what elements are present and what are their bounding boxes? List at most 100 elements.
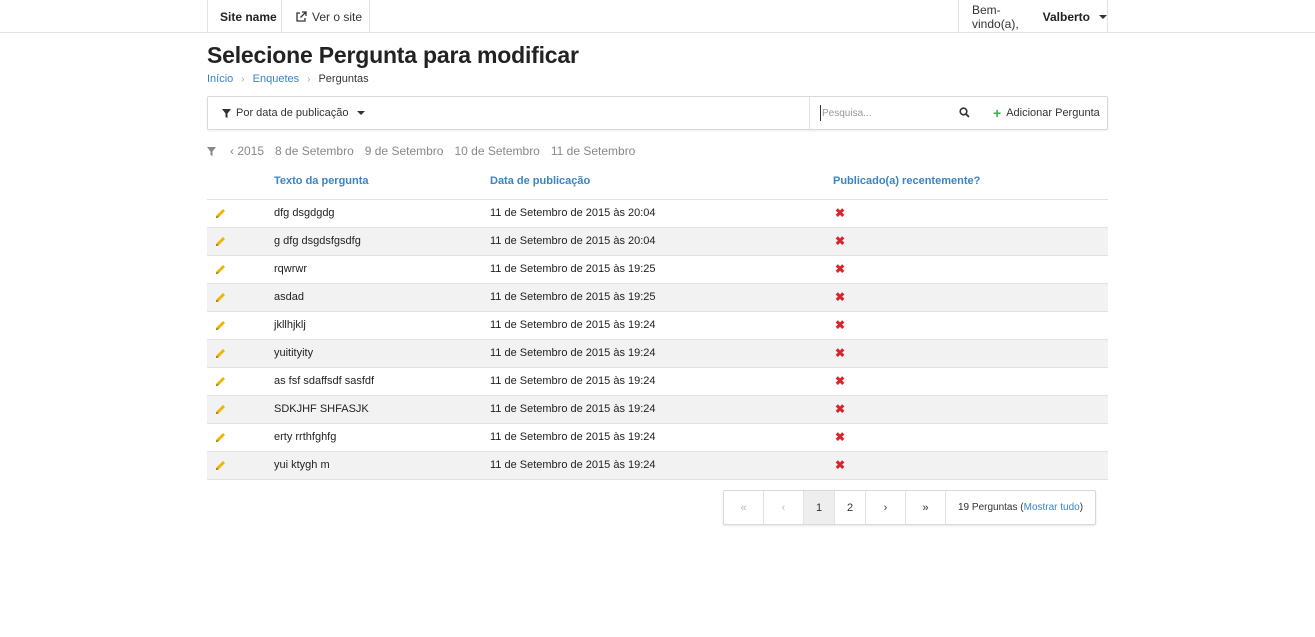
table-row: dfg dsgdgdg 11 de Setembro de 2015 às 20:…	[207, 200, 1108, 228]
table-row: rqwrwr 11 de Setembro de 2015 às 19:25 ✖	[207, 256, 1108, 284]
date-hierarchy-back-link[interactable]: ‹ 2015	[230, 144, 264, 158]
red-x-icon: ✖	[835, 346, 846, 360]
table-row: g dfg dsgdsfgsdfg 11 de Setembro de 2015 …	[207, 228, 1108, 256]
result-count-text: 19 Perguntas (	[958, 502, 1024, 513]
table-row: yui ktygh m 11 de Setembro de 2015 às 19:…	[207, 452, 1108, 480]
first-page-button[interactable]: «	[724, 491, 764, 524]
question-text-link[interactable]: as fsf sdaffsdf sasfdf	[274, 375, 374, 387]
caret-down-icon	[356, 111, 365, 115]
username: Valberto	[1042, 9, 1090, 24]
date-hierarchy-item[interactable]: 10 de Setembro	[454, 144, 539, 158]
question-text-link[interactable]: yuitityity	[274, 347, 313, 359]
date-hierarchy-item[interactable]: 11 de Setembro	[551, 144, 636, 158]
red-x-icon: ✖	[835, 374, 846, 388]
red-x-icon: ✖	[835, 262, 846, 276]
pub-date-cell: 11 de Setembro de 2015 às 19:24	[490, 347, 656, 359]
question-text-link[interactable]: dfg dsgdgdg	[274, 207, 335, 219]
table-header: Texto da pergunta Data de publicação Pub…	[207, 167, 1108, 200]
view-site-label: Ver o site	[312, 9, 363, 24]
question-text-link[interactable]: jkllhjklj	[274, 319, 306, 331]
page-2-button[interactable]: 2	[835, 491, 866, 524]
table-row: as fsf sdaffsdf sasfdf 11 de Setembro de …	[207, 368, 1108, 396]
plus-icon: +	[993, 105, 1002, 121]
pencil-icon[interactable]	[215, 348, 226, 359]
pencil-icon[interactable]	[215, 292, 226, 303]
pub-date-cell: 11 de Setembro de 2015 às 19:24	[490, 319, 656, 331]
external-link-icon	[296, 10, 307, 22]
red-x-icon: ✖	[835, 430, 846, 444]
date-filter-label: Por data de publicação	[236, 107, 349, 119]
breadcrumb: Início › Enquetes › Perguntas	[207, 73, 369, 85]
table-row: jkllhjklj 11 de Setembro de 2015 às 19:24…	[207, 312, 1108, 340]
red-x-icon: ✖	[835, 234, 846, 248]
filter-icon	[222, 108, 231, 118]
result-count-close: )	[1079, 502, 1084, 513]
results-table: Texto da pergunta Data de publicação Pub…	[207, 167, 1108, 480]
filter-icon	[207, 146, 216, 156]
search-input[interactable]	[820, 105, 950, 121]
welcome-text: Bem-vindo(a),	[972, 2, 1019, 31]
table-row: yuitityity 11 de Setembro de 2015 às 19:2…	[207, 340, 1108, 368]
breadcrumb-enquetes-link[interactable]: Enquetes	[253, 73, 299, 85]
show-all-link[interactable]: Mostrar tudo	[1024, 502, 1080, 513]
pub-date-cell: 11 de Setembro de 2015 às 19:24	[490, 403, 656, 415]
pub-date-cell: 11 de Setembro de 2015 às 19:25	[490, 263, 656, 275]
caret-down-icon	[1099, 14, 1107, 19]
table-row: asdad 11 de Setembro de 2015 às 19:25 ✖	[207, 284, 1108, 312]
pencil-icon[interactable]	[215, 404, 226, 415]
pencil-icon[interactable]	[215, 432, 226, 443]
next-page-button[interactable]: ›	[866, 491, 906, 524]
question-text-link[interactable]: g dfg dsgdsfgsdfg	[274, 235, 361, 247]
question-text-link[interactable]: yui ktygh m	[274, 459, 330, 471]
table-row: erty rrthfghfg 11 de Setembro de 2015 às …	[207, 424, 1108, 452]
pub-date-cell: 11 de Setembro de 2015 às 20:04	[490, 235, 656, 247]
red-x-icon: ✖	[835, 458, 846, 472]
prev-page-button[interactable]: ‹	[764, 491, 804, 524]
breadcrumb-home-link[interactable]: Início	[207, 73, 233, 85]
breadcrumb-separator-icon: ›	[307, 73, 311, 85]
column-header-text[interactable]: Texto da pergunta	[274, 175, 369, 187]
pencil-icon[interactable]	[215, 264, 226, 275]
red-x-icon: ✖	[835, 290, 846, 304]
page-1-button[interactable]: 1	[804, 491, 835, 524]
breadcrumb-separator-icon: ›	[241, 73, 245, 85]
question-text-link[interactable]: erty rrthfghfg	[274, 431, 336, 443]
pencil-icon[interactable]	[215, 236, 226, 247]
pub-date-cell: 11 de Setembro de 2015 às 19:24	[490, 375, 656, 387]
user-menu-dropdown[interactable]: Bem-vindo(a), Valberto	[958, 0, 1108, 33]
site-name-label: Site name	[220, 9, 277, 24]
changelist-toolbar: Por data de publicação + Adicionar Pergu…	[207, 96, 1108, 130]
result-count: 19 Perguntas (Mostrar tudo)	[946, 491, 1095, 524]
question-text-link[interactable]: asdad	[274, 291, 304, 303]
view-site-link[interactable]: Ver o site	[281, 0, 370, 33]
column-header-recent[interactable]: Publicado(a) recentemente?	[833, 175, 980, 187]
pub-date-cell: 11 de Setembro de 2015 às 19:24	[490, 459, 656, 471]
red-x-icon: ✖	[835, 206, 846, 220]
top-navbar: Site name Ver o site Bem-vindo(a), Valber…	[0, 0, 1315, 33]
date-hierarchy-item[interactable]: 8 de Setembro	[275, 144, 354, 158]
pencil-icon[interactable]	[215, 320, 226, 331]
column-header-date[interactable]: Data de publicação	[490, 175, 590, 187]
search-box	[809, 97, 981, 129]
pub-date-cell: 11 de Setembro de 2015 às 20:04	[490, 207, 656, 219]
search-icon[interactable]	[959, 107, 970, 118]
last-page-button[interactable]: »	[906, 491, 946, 524]
add-question-button[interactable]: + Adicionar Pergunta	[993, 97, 1100, 129]
breadcrumb-current: Perguntas	[318, 73, 369, 85]
add-question-label: Adicionar Pergunta	[1006, 107, 1100, 119]
site-name-link[interactable]: Site name	[207, 0, 282, 33]
date-hierarchy: ‹ 2015 8 de Setembro 9 de Setembro 10 de…	[207, 144, 646, 158]
pencil-icon[interactable]	[215, 376, 226, 387]
pencil-icon[interactable]	[215, 460, 226, 471]
date-hierarchy-item[interactable]: 9 de Setembro	[365, 144, 444, 158]
pub-date-cell: 11 de Setembro de 2015 às 19:25	[490, 291, 656, 303]
table-row: SDKJHF SHFASJK 11 de Setembro de 2015 às …	[207, 396, 1108, 424]
pagination: « ‹ 1 2 › » 19 Perguntas (Mostrar tudo)	[723, 490, 1097, 525]
pencil-icon[interactable]	[215, 208, 226, 219]
date-filter-dropdown[interactable]: Por data de publicação	[222, 97, 365, 129]
question-text-link[interactable]: SDKJHF SHFASJK	[274, 403, 369, 415]
pub-date-cell: 11 de Setembro de 2015 às 19:24	[490, 431, 656, 443]
page-title: Selecione Pergunta para modificar	[207, 42, 579, 68]
red-x-icon: ✖	[835, 402, 846, 416]
question-text-link[interactable]: rqwrwr	[274, 263, 307, 275]
